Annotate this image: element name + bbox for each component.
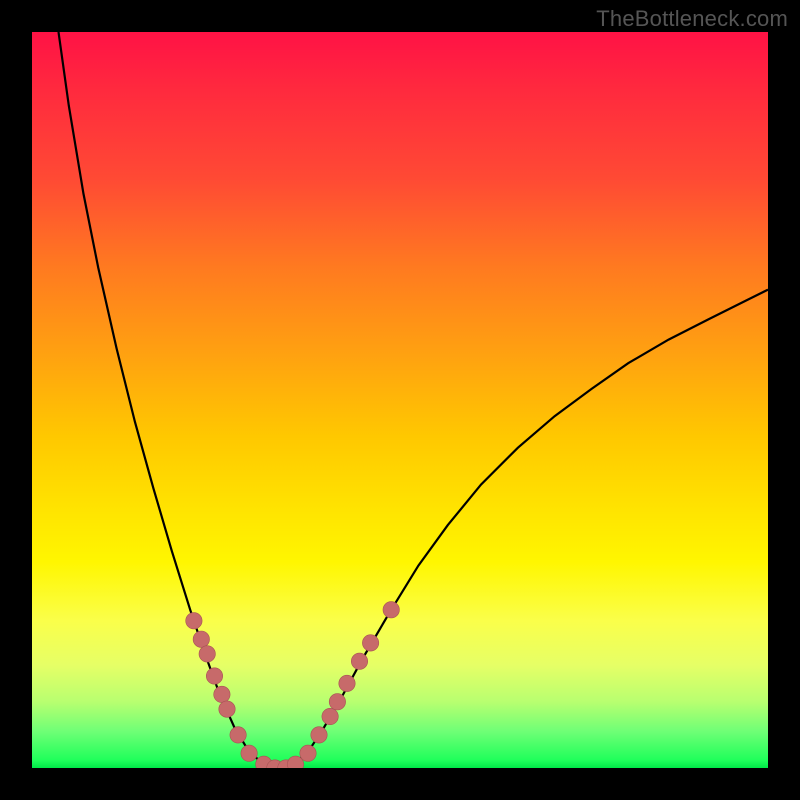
chart-frame: TheBottleneck.com [0, 0, 800, 800]
data-marker [383, 602, 399, 618]
data-marker [206, 668, 222, 684]
data-marker [339, 675, 355, 691]
v-curve [59, 32, 769, 768]
data-marker [311, 727, 327, 743]
data-marker [241, 745, 257, 761]
data-marker [199, 646, 215, 662]
data-marker [230, 727, 246, 743]
chart-svg [32, 32, 768, 768]
marker-group [186, 602, 400, 768]
data-marker [186, 613, 202, 629]
data-marker [300, 745, 316, 761]
data-marker [322, 708, 338, 724]
watermark-text: TheBottleneck.com [596, 6, 788, 32]
plot-area [32, 32, 768, 768]
data-marker [193, 631, 209, 647]
data-marker [362, 635, 378, 651]
data-marker [214, 686, 230, 702]
data-marker [219, 701, 235, 717]
data-marker [351, 653, 367, 669]
data-marker [329, 694, 345, 710]
